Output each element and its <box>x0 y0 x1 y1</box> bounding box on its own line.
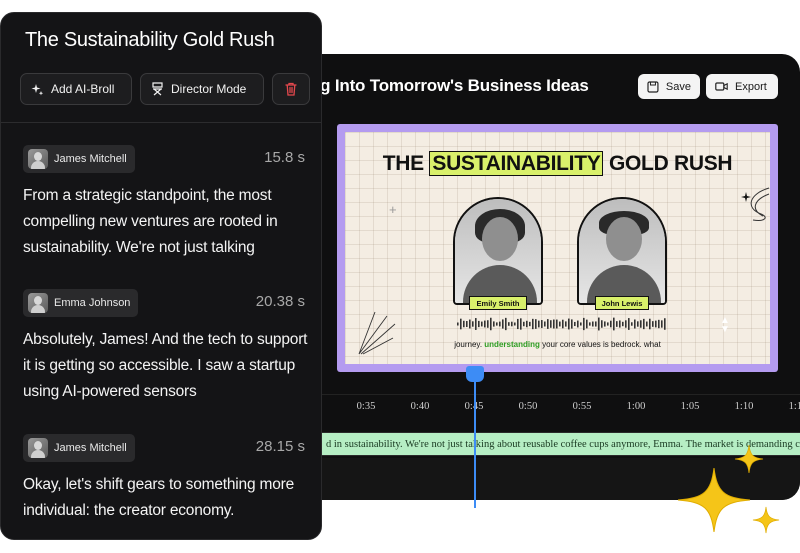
video-preview[interactable]: + THE SUSTAINABILITY GOLD RUSH Emily Smi… <box>337 124 778 372</box>
video-editor-window: ng Into Tomorrow's Business Ideas Save E… <box>300 54 800 500</box>
export-button[interactable]: Export <box>706 74 778 99</box>
entry-text[interactable]: Okay, let's shift gears to something mor… <box>23 472 313 524</box>
speaker-portrait-john <box>577 197 667 305</box>
panel-divider <box>1 122 321 123</box>
avatar <box>28 149 48 169</box>
timeline-tick-label: 0:40 <box>410 401 430 412</box>
timeline-ruler[interactable]: 0:300:350:400:450:500:551:001:051:101:15 <box>300 394 800 430</box>
burst-decoration-icon <box>358 311 396 355</box>
director-chair-icon <box>152 82 163 96</box>
director-mode-button[interactable]: Director Mode <box>140 73 264 105</box>
entry-timestamp: 20.38 s <box>255 293 305 310</box>
avatar <box>28 293 48 313</box>
preview-canvas: + THE SUSTAINABILITY GOLD RUSH Emily Smi… <box>345 132 770 364</box>
sparkle-icon <box>31 83 44 95</box>
director-mode-label: Director Mode <box>171 82 247 96</box>
swirl-decoration-icon <box>750 187 770 221</box>
timeline-tick-label: 0:35 <box>356 401 376 412</box>
speaker-chip[interactable]: Emma Johnson <box>23 289 139 317</box>
trash-icon <box>285 82 297 96</box>
timeline-tick-label: 0:50 <box>518 401 538 412</box>
entry-timestamp: 28.15 s <box>255 438 305 455</box>
thumbnail-title: THE SUSTAINABILITY GOLD RUSH <box>382 151 733 176</box>
save-label: Save <box>665 80 691 93</box>
entry-timestamp: 15.8 s <box>264 149 305 166</box>
speaker-name-tag: Emily Smith <box>469 296 527 310</box>
transcript-track[interactable]: d in sustainability. We're not just talk… <box>300 432 800 456</box>
panel-title: The Sustainability Gold Rush <box>25 29 275 51</box>
timeline-tick-label: 1:05 <box>680 401 700 412</box>
speaker-chip[interactable]: James Mitchell <box>23 145 135 173</box>
editor-topbar: ng Into Tomorrow's Business Ideas Save E… <box>300 54 800 122</box>
save-icon <box>647 80 659 93</box>
add-ai-broll-button[interactable]: Add AI-Broll <box>20 73 132 105</box>
entry-text[interactable]: Absolutely, James! And the tech to suppo… <box>23 327 313 405</box>
audio-waveform-icon <box>457 317 666 331</box>
avatar <box>28 438 48 458</box>
playhead-handle[interactable] <box>466 366 484 382</box>
project-title: ng Into Tomorrow's Business Ideas <box>310 76 589 95</box>
timeline-tick-label: 1:00 <box>626 401 646 412</box>
save-button[interactable]: Save <box>638 74 700 99</box>
small-sparkle-icon <box>734 444 764 474</box>
speaker-portrait-emily <box>453 197 543 305</box>
timeline-tick-label: 1:15 <box>788 401 800 412</box>
plus-icon: + <box>389 202 397 217</box>
delete-button[interactable] <box>272 73 310 105</box>
timeline-tick-label: 0:55 <box>572 401 592 412</box>
transcript-panel: The Sustainability Gold Rush Add AI-Brol… <box>0 12 322 540</box>
stage: ng Into Tomorrow's Business Ideas Save E… <box>0 0 800 553</box>
entry-text[interactable]: From a strategic standpoint, the most co… <box>23 183 313 261</box>
large-sparkle-icon <box>677 467 751 533</box>
thumbnail-caption: journey. understanding your core values … <box>454 340 661 349</box>
speaker-name-tag: John Lewis <box>595 296 649 310</box>
reorder-arrows-icon[interactable]: ▲ ▼ <box>720 316 730 335</box>
playhead-line[interactable] <box>474 370 476 508</box>
video-camera-icon <box>715 82 728 91</box>
speaker-chip[interactable]: James Mitchell <box>23 434 135 462</box>
sparkle-decoration-icon <box>741 192 751 202</box>
add-ai-broll-label: Add AI-Broll <box>51 82 115 96</box>
timeline-tick-label: 1:10 <box>734 401 754 412</box>
small-sparkle-icon <box>752 506 780 534</box>
export-label: Export <box>735 80 767 93</box>
